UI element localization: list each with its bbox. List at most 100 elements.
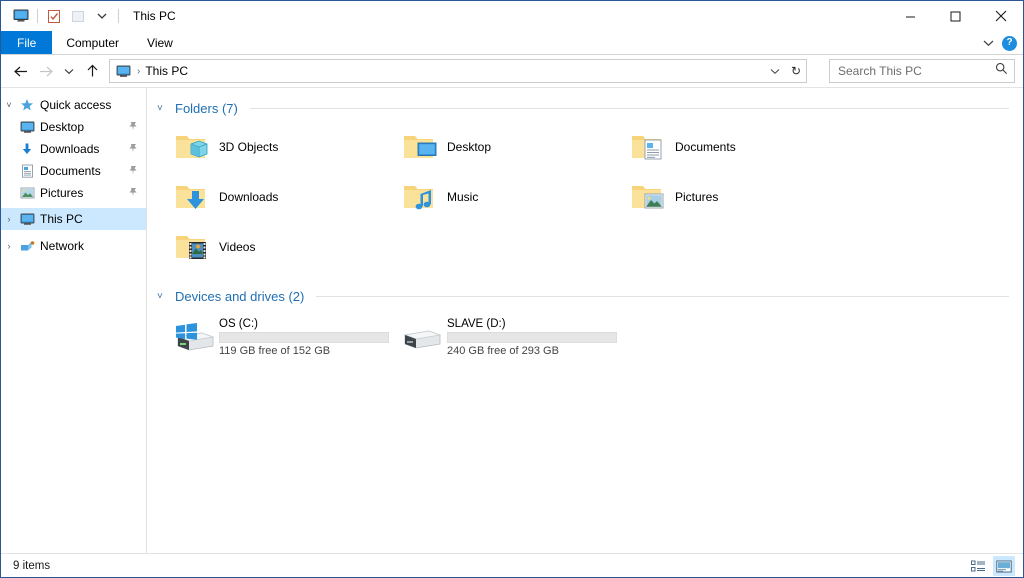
folder-label-downloads: Downloads <box>219 190 279 204</box>
help-icon[interactable]: ? <box>1002 35 1017 51</box>
sidebar-item-downloads[interactable]: Downloads <box>1 138 146 160</box>
sidebar-label-quick-access: Quick access <box>40 98 112 112</box>
sidebar-item-quick-access[interactable]: ˅ Quick access <box>1 94 146 116</box>
drive-info-os-c: OS (C:) 119 GB free of 152 GB <box>219 318 389 357</box>
breadcrumb-dropdown-icon[interactable] <box>770 60 780 82</box>
chevron-down-icon[interactable]: ˅ <box>157 103 169 114</box>
folder-videos-icon <box>169 230 215 264</box>
folder-label-pictures: Pictures <box>675 190 719 204</box>
back-button[interactable] <box>7 58 33 84</box>
folder-item-documents[interactable]: Documents <box>621 122 849 172</box>
search-input[interactable]: Search This PC <box>829 59 1015 83</box>
drive-capacity-bar-os-c <box>219 331 389 343</box>
folder-label-documents: Documents <box>675 140 736 154</box>
network-icon <box>17 240 37 253</box>
drive-label-slave-d: SLAVE (D:) <box>447 317 506 330</box>
windows-drive-icon <box>169 320 219 354</box>
drive-free-slave-d: 240 GB free of 293 GB <box>447 344 559 357</box>
address-bar: › This PC ↻ Search This PC <box>1 55 1023 87</box>
chevron-right-icon[interactable]: › <box>1 241 17 251</box>
drive-item-slave-d[interactable]: SLAVE (D:) 240 GB free of 293 GB <box>393 312 621 362</box>
documents-icon <box>17 164 37 178</box>
folder-label-music: Music <box>447 190 479 204</box>
drives-group-header[interactable]: ˅ Devices and drives (2) <box>157 286 1009 306</box>
properties-icon[interactable] <box>42 5 66 27</box>
recent-locations-button[interactable] <box>59 58 79 84</box>
refresh-icon[interactable]: ↻ <box>791 60 801 82</box>
pin-icon[interactable] <box>128 164 138 178</box>
folder-item-videos[interactable]: Videos <box>165 222 393 272</box>
expand-ribbon-icon[interactable] <box>983 34 994 52</box>
folders-group-title: Folders (7) <box>175 100 238 116</box>
folder-label-videos: Videos <box>219 240 256 254</box>
close-button[interactable] <box>978 1 1023 31</box>
item-count: 9 items <box>13 559 51 572</box>
toolbar-divider <box>37 9 38 23</box>
tab-computer[interactable]: Computer <box>52 31 133 54</box>
sidebar-label-pictures: Pictures <box>40 186 84 200</box>
ribbon-tab-bar: File Computer View ? <box>1 31 1023 55</box>
pin-icon[interactable] <box>128 142 138 156</box>
drive-free-os-c: 119 GB free of 152 GB <box>219 344 331 357</box>
up-button[interactable] <box>79 58 105 84</box>
folder-item-3d-objects[interactable]: 3D Objects <box>165 122 393 172</box>
forward-button[interactable] <box>33 58 59 84</box>
maximize-button[interactable] <box>933 1 978 31</box>
folder-item-music[interactable]: Music <box>393 172 621 222</box>
ribbon-right-controls: ? <box>983 31 1017 55</box>
this-pc-icon[interactable] <box>9 5 33 27</box>
new-folder-icon[interactable] <box>66 5 90 27</box>
explorer-body: ˅ Quick access Desktop Downloads Documen… <box>1 87 1023 553</box>
window-title: This PC <box>133 9 176 23</box>
file-list-pane[interactable]: ˅ Folders (7) 3D Objects Desktop Documen… <box>147 88 1023 553</box>
desktop-icon <box>17 121 37 134</box>
sidebar-item-pictures[interactable]: Pictures <box>1 182 146 204</box>
search-placeholder: Search This PC <box>838 64 922 78</box>
large-icons-view-button[interactable] <box>993 556 1015 576</box>
drive-capacity-bar-slave-d <box>447 331 617 343</box>
minimize-button[interactable] <box>888 1 933 31</box>
sidebar-item-desktop[interactable]: Desktop <box>1 116 146 138</box>
search-icon[interactable] <box>995 62 1008 80</box>
customize-dropdown-icon[interactable] <box>90 5 114 27</box>
chevron-down-icon[interactable]: ˅ <box>1 100 17 110</box>
pin-icon[interactable] <box>128 186 138 200</box>
tab-file[interactable]: File <box>1 31 53 54</box>
folders-group-header[interactable]: ˅ Folders (7) <box>157 98 1009 118</box>
chevron-right-icon[interactable]: › <box>1 214 17 224</box>
folders-grid: 3D Objects Desktop Documents Downloads M… <box>147 118 1023 272</box>
folder-item-pictures[interactable]: Pictures <box>621 172 849 222</box>
folder-item-downloads[interactable]: Downloads <box>165 172 393 222</box>
breadcrumb-bar[interactable]: › This PC ↻ <box>109 59 807 83</box>
breadcrumb-current[interactable]: This PC <box>145 64 188 78</box>
this-pc-icon <box>17 213 37 226</box>
tab-view[interactable]: View <box>133 31 187 54</box>
sidebar-item-network[interactable]: › Network <box>1 235 146 257</box>
sidebar-item-this-pc[interactable]: › This PC <box>1 208 146 230</box>
chevron-down-icon[interactable]: ˅ <box>157 291 169 302</box>
details-view-button[interactable] <box>967 556 989 576</box>
folder-3d-objects-icon <box>169 130 215 164</box>
breadcrumb-separator: › <box>137 65 141 77</box>
drive-item-os-c[interactable]: OS (C:) 119 GB free of 152 GB <box>165 312 393 362</box>
toolbar-divider-2 <box>118 9 119 23</box>
title-bar: This PC <box>1 1 1023 31</box>
breadcrumb-this-pc-icon <box>114 65 132 78</box>
group-divider <box>316 295 1009 297</box>
folder-music-icon <box>397 180 443 214</box>
status-bar: 9 items <box>1 553 1023 577</box>
drive-label-os-c: OS (C:) <box>219 317 258 330</box>
folder-label-desktop: Desktop <box>447 140 492 154</box>
folder-item-desktop[interactable]: Desktop <box>393 122 621 172</box>
downloads-icon <box>17 142 37 156</box>
folder-downloads-icon <box>169 180 215 214</box>
folder-documents-icon <box>625 130 671 164</box>
drives-grid: OS (C:) 119 GB free of 152 GB SLAVE (D:)… <box>147 306 1023 362</box>
sidebar-item-documents[interactable]: Documents <box>1 160 146 182</box>
window-controls <box>888 1 1023 31</box>
hard-drive-icon <box>397 320 447 354</box>
navigation-pane: ˅ Quick access Desktop Downloads Documen… <box>1 88 147 553</box>
pin-icon[interactable] <box>128 120 138 134</box>
sidebar-label-documents: Documents <box>40 164 101 178</box>
star-icon <box>17 98 37 112</box>
